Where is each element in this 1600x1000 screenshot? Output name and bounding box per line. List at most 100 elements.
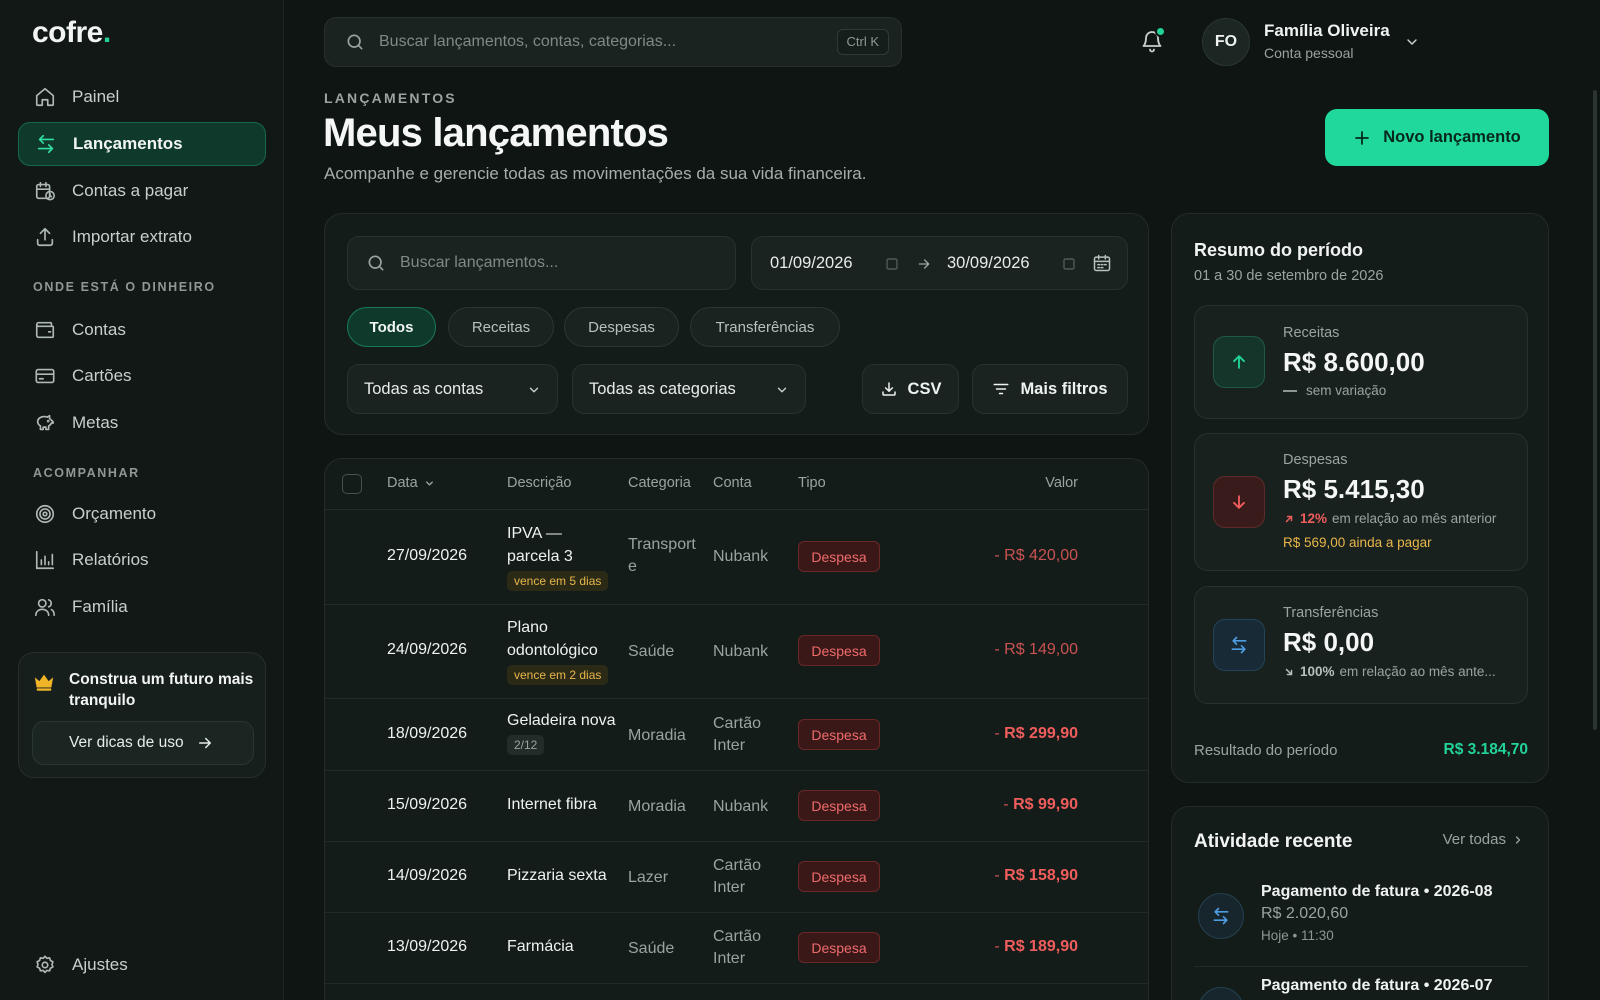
arrow-down-icon <box>1213 476 1265 528</box>
sidebar-section-money: ONDE ESTÁ O DINHEIRO <box>33 280 216 294</box>
upload-icon <box>34 226 56 248</box>
user-name[interactable]: Família Oliveira <box>1264 21 1390 41</box>
table-row[interactable]: 15/09/2026 Internet fibra Moradia Nubank… <box>325 771 1148 842</box>
trend-up-icon <box>1283 513 1295 525</box>
sidebar-item-ajustes[interactable]: Ajustes <box>18 943 266 987</box>
plus-icon <box>1353 129 1371 147</box>
transfers-label: Transferências <box>1283 605 1379 621</box>
column-header-type: Tipo <box>798 475 826 491</box>
row-amount: - R$ 189,90 <box>994 938 1078 956</box>
page-title: Meus lançamentos <box>323 111 669 155</box>
column-header-date[interactable]: Data <box>387 475 435 491</box>
column-header-account: Conta <box>713 475 752 491</box>
calendar-icon[interactable] <box>1092 253 1112 273</box>
expenses-pending: R$ 569,00 ainda a pagar <box>1283 535 1432 550</box>
income-note-text: sem variação <box>1306 383 1387 398</box>
csv-label: CSV <box>907 379 942 398</box>
calendar-clock-icon <box>34 180 56 202</box>
sidebar-item-contas-a-pagar[interactable]: Contas a pagar <box>18 169 266 213</box>
entries-table: Data Descrição Categoria Conta Tipo Valo… <box>324 458 1149 1000</box>
row-account: Cartão Inter <box>713 855 761 899</box>
income-card: Receitas R$ 8.600,00 sem variação <box>1194 305 1528 419</box>
amount-value: R$ 158,90 <box>1004 867 1078 884</box>
activity-item[interactable]: Pagamento de fatura • 2026-08 R$ 2.020,6… <box>1194 883 1528 967</box>
shortcut-hint: Ctrl K <box>836 29 889 55</box>
type-badge: Despesa <box>798 932 880 963</box>
home-icon <box>34 86 56 108</box>
chevron-down-icon[interactable] <box>1404 34 1420 50</box>
amount-sign: - <box>994 867 1000 884</box>
activity-item-title: Pagamento de fatura • 2026-08 <box>1261 883 1493 900</box>
sidebar-item-importar-extrato[interactable]: Importar extrato <box>18 215 266 259</box>
row-amount: - R$ 420,00 <box>994 547 1078 565</box>
row-account-line2: Inter <box>713 737 746 754</box>
arrow-right-icon <box>196 734 214 752</box>
sidebar-item-label: Família <box>72 597 128 616</box>
activity-item[interactable]: Pagamento de fatura • 2026-07 <box>1194 977 1528 1000</box>
promo-title: Construa um futuro mais tranquilo <box>69 671 254 709</box>
result-label: Resultado do período <box>1194 742 1338 759</box>
transfers-value: R$ 0,00 <box>1283 627 1375 657</box>
crown-icon <box>33 671 55 693</box>
category-select[interactable]: Todas as categorias <box>572 364 806 414</box>
logo[interactable]: cofre. <box>32 16 111 50</box>
row-description: Geladeira nova 2/12 <box>507 709 616 756</box>
bar-chart-icon <box>34 549 56 571</box>
entries-search-input[interactable]: Buscar lançamentos... <box>347 236 736 290</box>
table-row[interactable]: 27/09/2026 IPVA — parcela 3 vence em 5 d… <box>325 510 1148 605</box>
transfer-arrows-icon <box>35 133 57 155</box>
sidebar-item-painel[interactable]: Painel <box>18 75 266 119</box>
date-range-picker: 01/09/2026 30/09/2026 <box>751 236 1128 290</box>
credit-card-icon <box>34 365 56 387</box>
filter-chip-despesas[interactable]: Despesas <box>564 307 679 347</box>
filter-chip-receitas[interactable]: Receitas <box>448 307 554 347</box>
amount-value: R$ 299,90 <box>1004 725 1078 742</box>
see-all-link[interactable]: Ver todas <box>1443 831 1524 848</box>
filter-chip-todos[interactable]: Todos <box>347 307 436 347</box>
page-scrollbar[interactable] <box>1593 90 1597 730</box>
table-row[interactable]: 18/09/2026 Geladeira nova 2/12 Moradia C… <box>325 699 1148 771</box>
sidebar-item-lancamentos[interactable]: Lançamentos <box>18 122 266 166</box>
sidebar-item-contas[interactable]: Contas <box>18 308 266 352</box>
global-search-input[interactable]: Buscar lançamentos, contas, categorias..… <box>324 17 902 67</box>
expenses-card: Despesas R$ 5.415,30 12% em relação ao m… <box>1194 433 1528 571</box>
activity-item-title: Pagamento de fatura • 2026-07 <box>1261 977 1493 994</box>
table-row[interactable]: 24/09/2026 Plano odontológico vence em 2… <box>325 605 1148 699</box>
summary-title: Resumo do período <box>1194 240 1364 260</box>
row-account-line1: Cartão <box>713 928 762 945</box>
date-to-field[interactable]: 30/09/2026 <box>947 254 1030 273</box>
table-row[interactable]: 14/09/2026 Pizzaria sexta Lazer Cartão I… <box>325 842 1148 913</box>
activity-title: Atividade recente <box>1194 831 1353 852</box>
sidebar-item-orcamento[interactable]: Orçamento <box>18 492 266 536</box>
more-filters-button[interactable]: Mais filtros <box>972 364 1128 414</box>
trend-down-icon <box>1283 666 1295 678</box>
sidebar-item-relatorios[interactable]: Relatórios <box>18 538 266 582</box>
column-header-date-label: Data <box>387 475 418 491</box>
transfers-pct: 100% <box>1300 664 1335 679</box>
table-row[interactable]: 13/09/2026 Farmácia Saúde Cartão Inter D… <box>325 913 1148 984</box>
type-badge: Despesa <box>798 541 880 572</box>
transfer-arrows-icon <box>1213 619 1265 671</box>
sidebar-item-label: Metas <box>72 413 119 432</box>
sidebar-item-cartoes[interactable]: Cartões <box>18 354 266 398</box>
filter-chip-transferencias[interactable]: Transferências <box>690 307 840 347</box>
date-from-field[interactable]: 01/09/2026 <box>770 254 853 273</box>
transfers-card: Transferências R$ 0,00 100% em relação a… <box>1194 586 1528 704</box>
dash-icon <box>1283 389 1297 392</box>
new-entry-button[interactable]: Novo lançamento <box>1325 109 1549 166</box>
users-icon <box>34 596 56 618</box>
row-category-line2: e <box>628 558 637 575</box>
tips-button[interactable]: Ver dicas de uso <box>32 721 254 765</box>
select-all-checkbox[interactable] <box>342 474 362 494</box>
row-description: Pizzaria sexta <box>507 867 607 884</box>
page-subtitle: Acompanhe e gerencie todas as movimentaç… <box>324 164 867 183</box>
export-csv-button[interactable]: CSV <box>862 364 959 414</box>
new-entry-label: Novo lançamento <box>1383 128 1521 146</box>
sidebar-item-metas[interactable]: Metas <box>18 401 266 445</box>
sidebar-item-familia[interactable]: Família <box>18 585 266 629</box>
account-select[interactable]: Todas as contas <box>347 364 558 414</box>
row-description-line2: odontológico <box>507 642 598 659</box>
column-header-amount: Valor <box>1045 475 1078 491</box>
gear-icon <box>34 954 56 976</box>
avatar[interactable]: FO <box>1202 18 1250 66</box>
